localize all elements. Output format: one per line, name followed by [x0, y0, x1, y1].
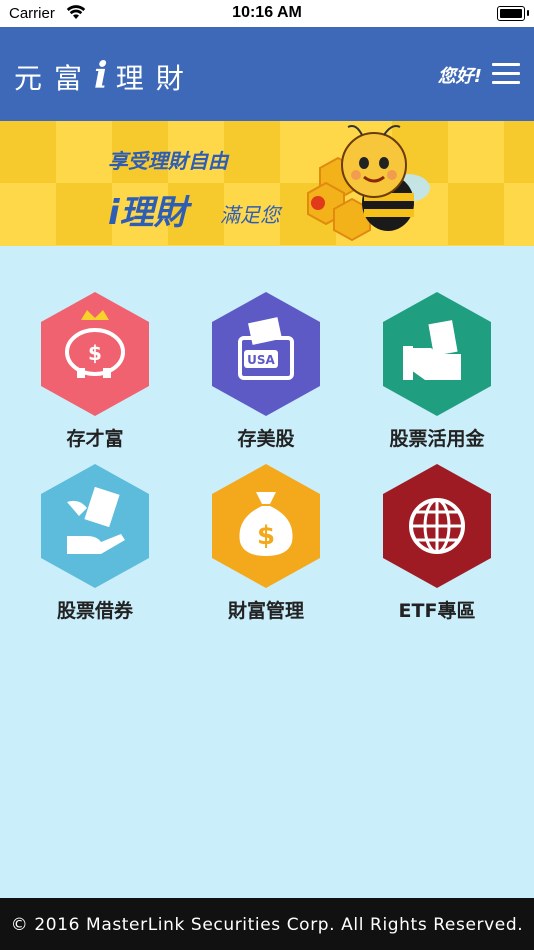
menu-item-save-fund[interactable]: $ 存才富: [10, 290, 180, 451]
menu-item-wealth-mgmt[interactable]: $ 財富管理: [181, 462, 351, 623]
usa-wallet-icon: USA: [212, 292, 320, 416]
piggy-bank-icon: $: [41, 292, 149, 416]
stock-lending-icon: [41, 464, 149, 588]
hamburger-menu-icon[interactable]: [492, 63, 520, 85]
app-header: 元富i理財 您好!: [0, 27, 534, 121]
bee-mascot-icon: [307, 125, 430, 242]
menu-item-etf[interactable]: ETF專區: [352, 462, 522, 623]
menu-item-label: ETF專區: [398, 600, 476, 622]
banner-title: i理財: [108, 193, 188, 233]
menu-item-label: 股票活用金: [389, 428, 485, 450]
logo-char: 財: [155, 62, 196, 95]
globe-icon: [383, 464, 491, 588]
status-bar: Carrier 10:16 AM: [0, 0, 534, 27]
logo-char: 理: [115, 62, 156, 95]
svg-text:$: $: [257, 521, 275, 551]
money-bag-icon: $: [212, 464, 320, 588]
svg-text:$: $: [88, 341, 102, 365]
menu-item-stock-lending[interactable]: 股票借券: [10, 462, 180, 623]
svg-text:USA: USA: [247, 353, 275, 367]
clock: 10:16 AM: [232, 4, 302, 21]
banner-subtitle: 滿足您: [220, 203, 280, 227]
logo-char: 富: [54, 62, 95, 95]
app-logo: 元富i理財: [14, 55, 196, 97]
promo-banner[interactable]: 享受理財自由 i理財 滿足您: [0, 121, 534, 246]
greeting-link[interactable]: 您好!: [438, 62, 482, 88]
logo-char: i: [94, 55, 116, 97]
menu-item-label: 股票借券: [56, 600, 133, 622]
cash-hand-icon: [383, 292, 491, 416]
battery-icon: [497, 6, 529, 21]
menu-item-stock-credit[interactable]: 股票活用金: [352, 290, 522, 451]
menu-item-label: 存才富: [66, 428, 124, 450]
menu-item-label: 存美股: [237, 428, 295, 450]
menu-item-us-stocks[interactable]: USA 存美股: [181, 290, 351, 451]
menu-item-label: 財富管理: [227, 600, 304, 622]
copyright-footer: © 2016 MasterLink Securities Corp. All R…: [0, 898, 534, 950]
logo-char: 元: [14, 62, 55, 95]
banner-tagline: 享受理財自由: [108, 149, 228, 173]
